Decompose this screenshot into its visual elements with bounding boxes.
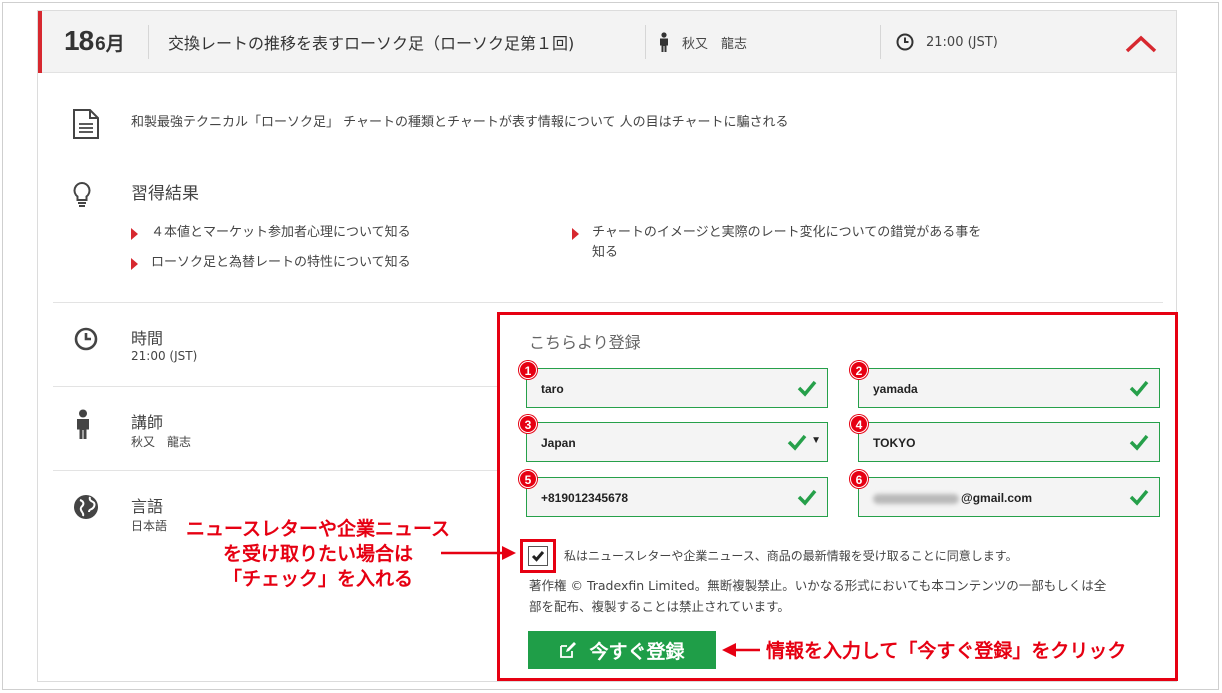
checkbox-annotation: ニュースレターや企業ニュース を受け取りたい場合は 「チェック」を入れる [185, 518, 451, 590]
submit-annotation: 情報を入力して「今すぐ登録」をクリック [766, 640, 1127, 662]
arrow-to-submit [722, 643, 760, 657]
